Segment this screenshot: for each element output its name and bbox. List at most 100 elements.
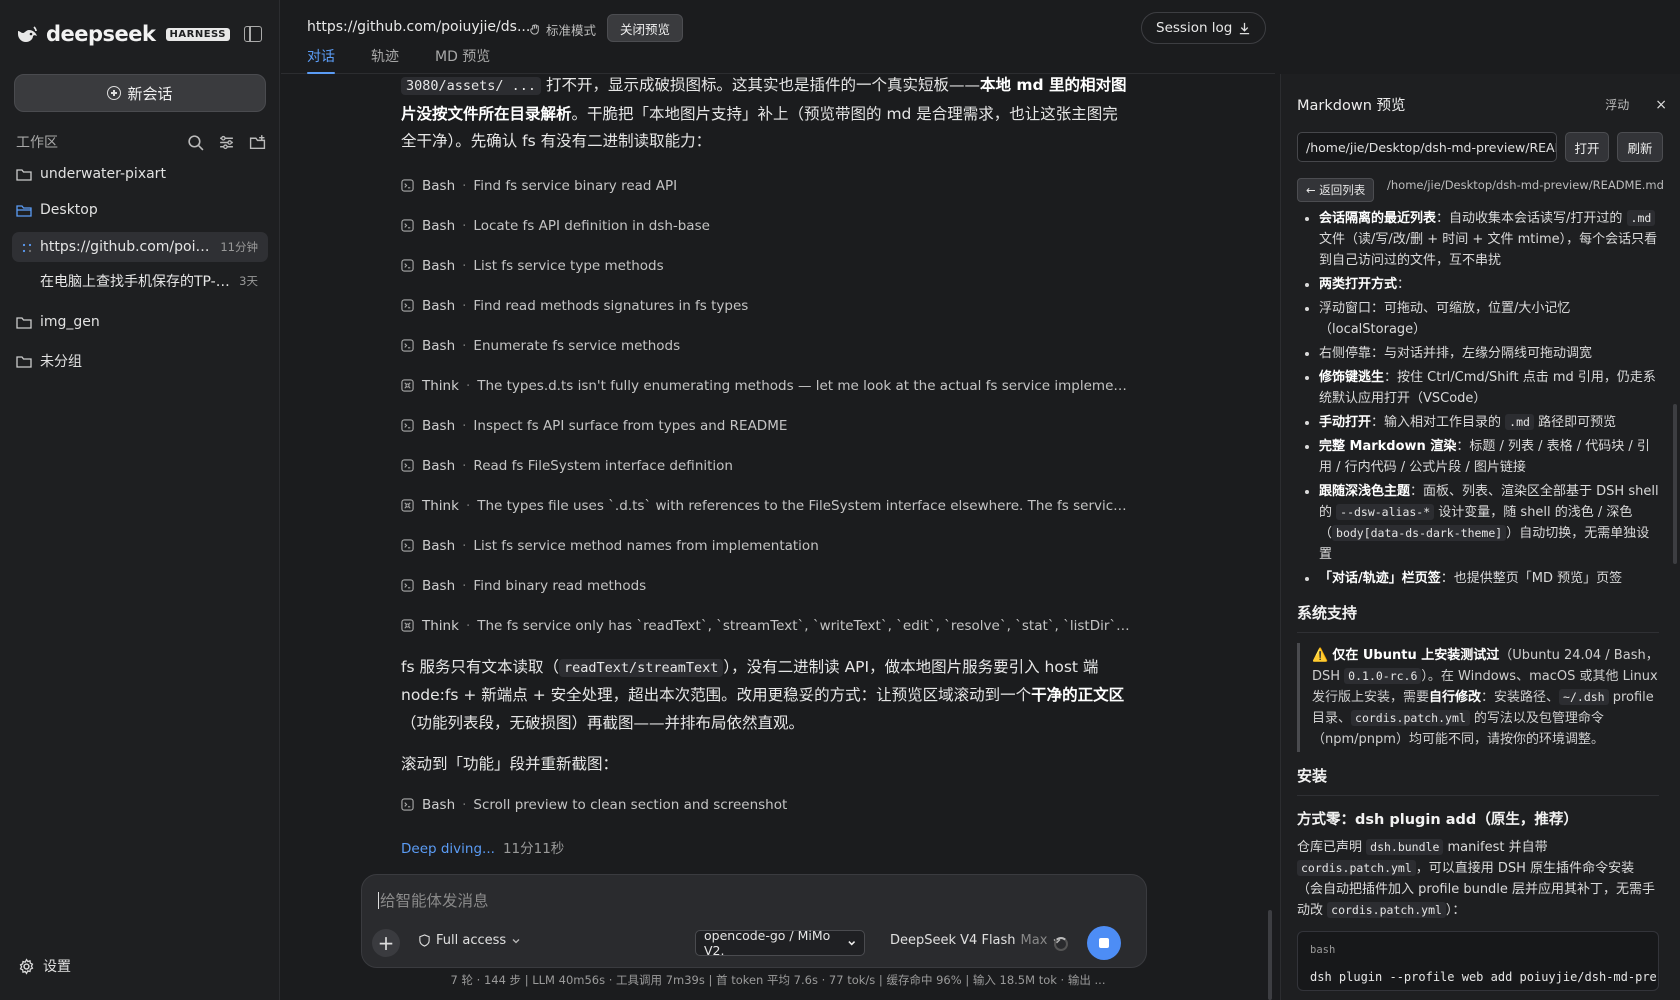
- sidebar-toggle-icon[interactable]: [244, 26, 262, 42]
- message-text: （功能列表段，无破损图）再截图——并排布局依然直观。: [401, 713, 805, 732]
- elapsed-time: 11分11秒: [502, 840, 565, 857]
- folder-ungrouped[interactable]: 未分组: [16, 351, 82, 371]
- md-text: manifest 并自带: [1443, 840, 1548, 855]
- tool-call-row[interactable]: Bash · Find binary read methods: [401, 566, 1131, 606]
- tool-call-row[interactable]: Bash · Enumerate fs service methods: [401, 326, 1131, 366]
- chat-scrollbar[interactable]: [1268, 910, 1272, 1000]
- new-chat-button[interactable]: 新会话: [14, 74, 266, 112]
- tool-call-row[interactable]: Bash · List fs service method names from i…: [401, 526, 1131, 566]
- brand[interactable]: deepseek HARNESS: [16, 22, 230, 46]
- tab-md-preview[interactable]: MD 预览: [435, 46, 490, 74]
- tool-call-row[interactable]: Bash · Find read methods signatures in fs …: [401, 286, 1131, 326]
- model-select[interactable]: opencode-go / MiMo V2.: [695, 928, 865, 958]
- tool-kind: Bash: [422, 297, 456, 314]
- tool-kind: Bash: [422, 537, 456, 554]
- tool-desc: The types.d.ts isn't fully enumerating m…: [477, 377, 1131, 394]
- terminal-icon: [401, 259, 414, 272]
- session-item-tp-link[interactable]: 在电脑上查找手机保存的TP-Li... 3天: [12, 266, 268, 296]
- close-preview-button[interactable]: 关闭预览: [607, 14, 684, 42]
- session-log-button[interactable]: Session log: [1141, 12, 1267, 44]
- brand-name: deepseek: [46, 22, 156, 46]
- tool-separator: ·: [462, 796, 467, 813]
- md-text: ：也提供整页「MD 预览」页签: [1440, 571, 1623, 586]
- md-bold: 会话隔离的最近列表: [1319, 211, 1437, 226]
- md-code: 0.1.0-rc.6: [1344, 668, 1422, 684]
- folder-underwater-pixart[interactable]: underwater-pixart: [16, 166, 166, 182]
- tool-call-list: Bash · Find fs service binary read API Bash…: [401, 166, 1131, 646]
- float-button[interactable]: 浮动: [1605, 96, 1629, 113]
- tool-desc: Read fs FileSystem interface definition: [473, 457, 733, 474]
- heading-method-zero: 方式零：dsh plugin add（原生，推荐）: [1297, 812, 1578, 828]
- tool-desc: Find fs service binary read API: [473, 177, 678, 194]
- folder-open-icon: [16, 204, 32, 217]
- mode-tag[interactable]: 标准模式: [529, 20, 596, 39]
- tool-call-row[interactable]: Bash · Inspect fs API surface from types a…: [401, 406, 1131, 446]
- tab-chat[interactable]: 对话: [307, 46, 335, 74]
- session-item-github[interactable]: https://github.com/poiuyji... 11分钟: [12, 232, 268, 262]
- md-text: ：输入相对工作目录的: [1371, 415, 1506, 430]
- open-button[interactable]: 打开: [1565, 132, 1609, 162]
- settings-button[interactable]: 设置: [18, 956, 71, 976]
- search-icon[interactable]: [187, 134, 204, 151]
- tool-call-row[interactable]: Bash · List fs service type methods: [401, 246, 1131, 286]
- code-command: dsh plugin --profile web add poiuyjie/ds…: [1310, 970, 1657, 984]
- terminal-icon: [401, 299, 414, 312]
- preview-scrollbar[interactable]: [1673, 404, 1677, 564]
- folder-label: img_gen: [40, 314, 100, 330]
- brain-icon: [401, 499, 414, 512]
- tool-call-row[interactable]: Bash · Locate fs API definition in dsh-bas…: [401, 206, 1131, 246]
- new-folder-icon[interactable]: [249, 134, 266, 151]
- close-icon[interactable]: ×: [1655, 97, 1667, 113]
- gear-icon: [19, 957, 34, 975]
- workspace-header: 工作区: [16, 132, 266, 152]
- engine-label: DeepSeek V4 Flash: [890, 933, 1016, 948]
- md-text: ：自动收集本会话读写/打开过的: [1436, 211, 1627, 226]
- engine-selector[interactable]: DeepSeek V4 Flash Max: [890, 933, 1062, 948]
- tool-call-row[interactable]: Think · The fs service only has `readText`…: [401, 606, 1131, 646]
- refresh-button[interactable]: 刷新: [1617, 132, 1663, 162]
- tabs: 对话 轨迹 MD 预览: [307, 46, 490, 74]
- md-text: ：: [1397, 277, 1411, 292]
- tab-trace[interactable]: 轨迹: [371, 46, 399, 74]
- folder-desktop[interactable]: Desktop: [16, 202, 98, 218]
- tool-separator: ·: [462, 577, 467, 594]
- back-to-list-button[interactable]: ← 返回列表: [1297, 178, 1375, 202]
- tool-desc: Enumerate fs service methods: [473, 337, 681, 354]
- feature-item: 完整 Markdown 渲染：标题 / 列表 / 表格 / 代码块 / 引用 /…: [1319, 436, 1659, 478]
- stop-button[interactable]: [1087, 926, 1121, 960]
- attach-button[interactable]: +: [372, 929, 400, 957]
- folder-label: 未分组: [40, 354, 82, 370]
- loading-spinner-icon: [1054, 937, 1068, 951]
- composer: 给智能体发消息 + Full access opencode-go / MiMo…: [361, 874, 1147, 968]
- scroll-note: 滚动到「功能」段并重新截图：: [401, 755, 619, 773]
- tool-kind: Think: [422, 617, 459, 634]
- brain-icon: [401, 619, 414, 632]
- feature-item: 手动打开：输入相对工作目录的 .md 路径即可预览: [1319, 412, 1659, 433]
- access-selector[interactable]: Full access: [418, 933, 521, 948]
- tool-desc: Inspect fs API surface from types and RE…: [473, 417, 788, 434]
- feature-item: 浮动窗口：可拖动、可缩放，位置/大小记忆（localStorage）: [1319, 298, 1659, 340]
- warning-blockquote: ⚠️ 仅在 Ubuntu 上安装测试过（Ubuntu 24.04 / Bash，…: [1297, 643, 1659, 752]
- tool-call-row[interactable]: Bash · Find fs service binary read API: [401, 166, 1131, 206]
- folder-icon: [16, 168, 32, 181]
- workspace-label: 工作区: [16, 135, 58, 151]
- code-block: bash dsh plugin --profile web add poiuyj…: [1297, 931, 1659, 991]
- preview-header: Markdown 预览 浮动 ×: [1297, 94, 1667, 115]
- message-input[interactable]: 给智能体发消息: [378, 889, 489, 911]
- filter-sliders-icon[interactable]: [218, 134, 235, 151]
- tool-call-row[interactable]: Bash · Scroll preview to clean section a…: [401, 785, 1131, 825]
- folder-img-gen[interactable]: img_gen: [16, 314, 100, 330]
- thinking-status: Deep diving... 11分11秒: [401, 837, 1131, 857]
- tool-separator: ·: [462, 417, 467, 434]
- tool-kind: Bash: [422, 577, 456, 594]
- tool-kind: Think: [422, 497, 459, 514]
- topbar: https://github.com/poiuyjie/ds... 标准模式 关…: [281, 0, 1275, 74]
- md-text: 文件（读/写/改/删 + 时间 + 文件 mtime），每个会话只看到自己访问过…: [1319, 232, 1658, 268]
- path-input[interactable]: /home/jie/Desktop/dsh-md-preview/README: [1297, 132, 1557, 162]
- md-bold: 完整 Markdown 渲染: [1319, 439, 1457, 454]
- brand-badge: HARNESS: [165, 27, 230, 41]
- tool-call-row[interactable]: Think · The types.d.ts isn't fully enumera…: [401, 366, 1131, 406]
- tool-call-row[interactable]: Think · The types file uses `.d.ts` with r…: [401, 486, 1131, 526]
- plus-circle-icon: [107, 86, 122, 100]
- tool-call-row[interactable]: Bash · Read fs FileSystem interface defini…: [401, 446, 1131, 486]
